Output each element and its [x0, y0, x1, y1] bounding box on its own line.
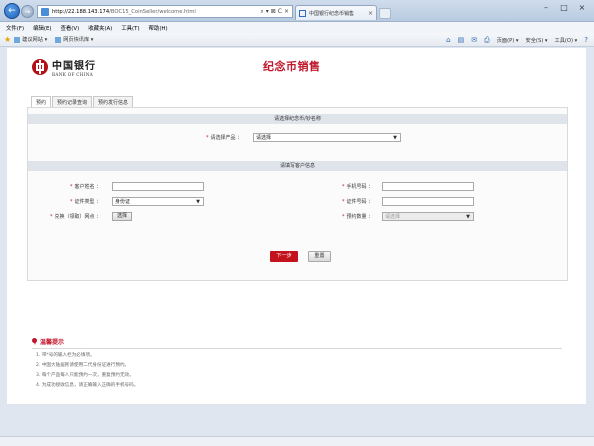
page-header: 中国银行 BANK OF CHINA 纪念币销售: [7, 48, 586, 88]
product-select[interactable]: 请选择 ▼: [253, 133, 401, 142]
id-number-label: * 证件号码 ：: [342, 199, 374, 205]
site-icon: [41, 7, 49, 16]
tip-item: 2. 中国大陆居民请使用二代身份证进行预约。: [36, 363, 130, 368]
id-type-select[interactable]: 身份证 ▼: [112, 197, 204, 206]
id-number-input[interactable]: [382, 197, 474, 206]
home-icon[interactable]: ⌂: [446, 36, 450, 44]
tab-favicon-icon: [299, 9, 306, 17]
menu-tools[interactable]: 工具(T): [121, 24, 139, 32]
compat-view-icon[interactable]: ⊠: [271, 8, 276, 16]
favorite-suggested-sites[interactable]: 建议网站 ▾: [14, 36, 47, 43]
maximize-icon[interactable]: □: [558, 3, 570, 12]
phone-label: * 手机号码 ：: [342, 184, 374, 190]
menu-favorites[interactable]: 收藏夹(A): [88, 24, 112, 32]
forward-button[interactable]: →: [21, 5, 34, 18]
command-bar: ⌂ ▤ ✉ ⎙ 页面(P) ▾ 安全(S) ▾ 工具(O) ▾ ?: [446, 33, 588, 47]
name-label: * 客户姓名 ：: [70, 184, 102, 190]
phone-input[interactable]: [382, 182, 474, 191]
minimize-icon[interactable]: –: [540, 3, 552, 12]
browser-tab[interactable]: 中国银行纪念币销售 ×: [295, 5, 377, 20]
chevron-down-icon: ▼: [196, 199, 200, 205]
tab-close-icon[interactable]: ×: [368, 10, 373, 17]
feeds-icon[interactable]: ▤: [458, 36, 465, 44]
status-bar: [0, 436, 594, 446]
menu-bar: 文件(F) 编辑(E) 查看(V) 收藏夹(A) 工具(T) 帮助(H): [0, 22, 594, 33]
favorite-web-slice[interactable]: 网页快讯库 ▾: [55, 36, 93, 43]
forward-arrow-icon: →: [24, 7, 31, 16]
safety-menu[interactable]: 安全(S) ▾: [526, 37, 548, 44]
reset-button[interactable]: 重置: [308, 251, 331, 262]
menu-file[interactable]: 文件(F): [6, 24, 24, 32]
close-icon[interactable]: ×: [576, 3, 588, 12]
refresh-icon[interactable]: C: [278, 8, 282, 16]
page-title: 纪念币销售: [263, 60, 321, 73]
mail-icon[interactable]: ✉: [471, 36, 477, 44]
browser-titlebar: ← → http://22.188.143.174/BOC15_CoinSell…: [0, 0, 594, 22]
address-tools: ⌕ ▾ ⊠ C ×: [260, 8, 289, 16]
next-button[interactable]: 下一步: [270, 251, 298, 262]
tips-panel: 温馨提示 1. 带*号的输入栏为必填项。 2. 中国大陆居民请使用二代身份证进行…: [32, 337, 562, 388]
page-body: 中国银行 BANK OF CHINA 纪念币销售 预约 预约记录查询 预约发行信…: [7, 48, 586, 404]
tip-item: 4. 为成功接收信息，请正确输入正确的手机号码。: [36, 383, 139, 388]
favorites-bar: ★ 建议网站 ▾ 网页快讯库 ▾ ⌂ ▤ ✉ ⎙ 页面(P) ▾ 安全(S) ▾…: [0, 33, 594, 47]
chevron-down-icon: ▼: [393, 135, 397, 141]
tab-title: 中国银行纪念币销售: [309, 10, 355, 17]
location-pin-icon: [32, 338, 37, 345]
page-menu[interactable]: 页面(P) ▾: [497, 37, 519, 44]
menu-help[interactable]: 帮助(H): [149, 24, 168, 32]
star-icon[interactable]: ★: [4, 35, 11, 44]
tips-divider: [32, 348, 562, 349]
back-button[interactable]: ←: [4, 3, 20, 19]
quantity-select[interactable]: 请选择 ▼: [382, 212, 474, 221]
tools-menu[interactable]: 工具(O) ▾: [555, 37, 578, 44]
quantity-label: * 预约数量 ：: [342, 214, 374, 220]
id-type-label: * 证件类型 ：: [70, 199, 102, 205]
tip-item: 3. 每个产品每人只能预约一次，重复预约无效。: [36, 373, 134, 378]
logo-text-en: BANK OF CHINA: [52, 72, 93, 77]
menu-edit[interactable]: 编辑(E): [33, 24, 51, 32]
tips-title: 温馨提示: [32, 337, 562, 346]
bank-logo: 中国银行 BANK OF CHINA: [32, 57, 96, 77]
section-customer-heading: 请填写客户信息: [28, 161, 567, 171]
logo-text-cn: 中国银行: [52, 61, 96, 72]
tip-item: 1. 带*号的输入栏为必填项。: [36, 353, 95, 358]
new-tab-button[interactable]: [379, 8, 391, 19]
stop-icon[interactable]: ×: [284, 8, 289, 16]
menu-view[interactable]: 查看(V): [61, 24, 80, 32]
page-tabs: 预约 预约记录查询 预约发行信息: [31, 96, 134, 108]
window-controls: – □ ×: [540, 3, 588, 12]
address-bar[interactable]: http://22.188.143.174/BOC15_CoinSeller/w…: [37, 5, 293, 18]
dropdown-icon[interactable]: ▾: [266, 8, 269, 16]
tab-issue-info[interactable]: 预约发行信息: [93, 96, 134, 107]
url-text[interactable]: http://22.188.143.174/BOC15_CoinSeller/w…: [52, 9, 260, 15]
help-icon[interactable]: ?: [584, 36, 588, 44]
favorite-icon: [55, 36, 62, 43]
product-label: * 请选择产品 ：: [206, 135, 243, 141]
select-branch-button[interactable]: 选择: [112, 212, 133, 221]
search-icon[interactable]: ⌕: [260, 8, 263, 16]
print-icon[interactable]: ⎙: [484, 36, 490, 45]
section-product-heading: 请选择纪念币/钞名称: [28, 114, 567, 124]
favorite-icon: [14, 36, 21, 43]
tab-reservation-records[interactable]: 预约记录查询: [52, 96, 93, 107]
branch-label: * 兑换（领取）网点 ：: [50, 214, 102, 220]
boc-logo-icon: [32, 59, 48, 75]
back-arrow-icon: ←: [8, 6, 16, 16]
name-input[interactable]: [112, 182, 204, 191]
chevron-down-icon: ▼: [466, 214, 470, 220]
